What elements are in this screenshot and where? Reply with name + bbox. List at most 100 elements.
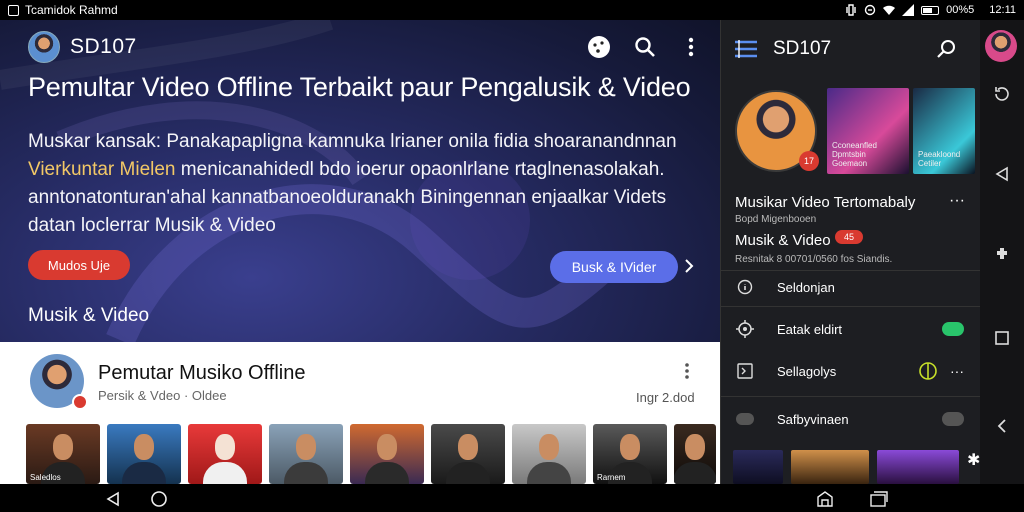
hero-title: Pemultar Video Offline Terbaikt paur Pen… — [28, 72, 691, 102]
thumbnail-label: Rarnem — [597, 473, 626, 482]
chevron-left-icon[interactable] — [992, 416, 1012, 436]
vibrate-icon — [846, 4, 856, 16]
video-thumbnail[interactable]: Saledlos — [26, 424, 100, 484]
drawer-subtitle-badge: 45 — [835, 230, 863, 244]
indicator-icon: ··· — [918, 361, 964, 381]
target-icon — [735, 319, 755, 339]
drawer-header: SD107 — [733, 34, 970, 64]
rail-avatar[interactable] — [985, 30, 1017, 62]
drawer-search-icon[interactable] — [936, 38, 958, 60]
hero-desc-line-1: Muskar kansak: Panakapapligna kamnuka lr… — [28, 131, 677, 152]
thumbnail-label: Saledlos — [30, 473, 61, 482]
video-thumbnail[interactable] — [512, 424, 586, 484]
toggle-switch-off[interactable] — [942, 412, 964, 426]
chevron-right-icon[interactable] — [684, 258, 694, 274]
channel-avatar[interactable] — [28, 31, 60, 63]
back-icon[interactable] — [104, 490, 122, 508]
drawer-channel-name: SD107 — [773, 38, 832, 59]
primary-blue-button[interactable]: Busk & IVider — [550, 251, 678, 283]
navigation-bar — [0, 484, 1024, 512]
video-thumbnail[interactable] — [269, 424, 343, 484]
drawer-subtitle-2: Musik & Video — [735, 232, 831, 249]
drawer-subtitle-3: Resnitak 8 00701/0560 fos Siandis. — [735, 254, 893, 265]
card-more-vert-icon[interactable] — [684, 362, 690, 380]
media-icon — [735, 361, 755, 381]
signal-icon — [902, 4, 915, 16]
hero-banner: SD107 Pemultar Video Offline Terbaikt pa… — [0, 20, 720, 342]
drawer-thumbnail[interactable]: Paeakloond Cetiler — [913, 88, 975, 174]
menu-icon[interactable] — [733, 38, 759, 60]
home-icon[interactable] — [150, 490, 168, 508]
channel-card[interactable]: Pemutar Musiko Offline Persik & Vdeo · O… — [0, 342, 720, 484]
notification-app-icon — [8, 4, 19, 16]
channel-name: SD107 — [70, 35, 137, 58]
square-recents-icon[interactable] — [992, 328, 1012, 348]
drawer-row-label: Eatak eldirt — [777, 321, 843, 337]
drawer-bottom-thumbnail[interactable] — [791, 450, 869, 484]
drawer-subtitle-1: Bopd Migenbooen — [735, 214, 817, 225]
rotate-icon[interactable] — [992, 84, 1012, 104]
hero-desc-highlight: Vierkuntar Mielen — [28, 159, 176, 180]
status-left: Tcamidok Rahmd — [8, 3, 118, 17]
video-thumbnail[interactable]: Rarnem — [593, 424, 667, 484]
status-bar: Tcamidok Rahmd 00%5 12:11 — [0, 0, 1024, 20]
home-building-icon[interactable] — [816, 490, 834, 508]
hero-description: Muskar kansak: Panakapapligna kamnuka lr… — [28, 128, 708, 240]
card-title: Pemutar Musiko Offline — [98, 362, 306, 384]
wifi-icon — [883, 5, 896, 15]
side-drawer: SD107 17 Cconeanfled Dpmtsbin Goemaon Pa… — [720, 20, 980, 484]
video-thumbnail[interactable] — [107, 424, 181, 484]
hero-footer-label: Musik & Video — [28, 305, 150, 326]
drawer-row-label: Seldonjan — [777, 279, 835, 295]
hero-header: SD107 — [28, 31, 704, 63]
battery-text: 00%5 — [946, 4, 975, 16]
main-panel: SD107 Pemultar Video Offline Terbaikt pa… — [0, 20, 720, 484]
info-icon — [735, 277, 755, 297]
status-right: 00%5 12:11 — [845, 4, 1016, 16]
drawer-row-label: Sellagolys — [777, 363, 837, 379]
card-date: Ingr 2.dod — [636, 390, 695, 405]
extension-icon[interactable] — [992, 244, 1012, 264]
drawer-row-target[interactable]: Eatak eldirt — [735, 312, 964, 346]
card-avatar-badge — [72, 394, 88, 410]
recents-icon[interactable] — [870, 490, 888, 508]
hero-desc-line-2-rest: menicanahidedl bdo ioerur opaonlrlane rt… — [175, 159, 665, 180]
video-thumbnail[interactable] — [431, 424, 505, 484]
drawer-bottom-thumbnail[interactable] — [877, 450, 959, 484]
clock: 12:11 — [989, 4, 1016, 16]
drawer-thumbnail[interactable]: Cconeanfled Dpmtsbin Goemaon — [827, 88, 909, 174]
drawer-row-label: Safbyvinaen — [777, 411, 849, 427]
data-saver-icon — [864, 4, 876, 16]
drawer-divider — [721, 306, 980, 307]
drawer-row-info[interactable]: Seldonjan — [735, 270, 964, 304]
system-side-rail — [980, 20, 1024, 484]
drawer-row-toggle[interactable]: Safbyvinaen — [735, 402, 964, 436]
video-thumbnail[interactable] — [674, 424, 716, 484]
row-more-icon[interactable]: ··· — [950, 363, 964, 379]
triangle-back-icon[interactable] — [992, 164, 1012, 184]
video-thumbnail[interactable] — [188, 424, 262, 484]
card-subtitle: Persik & Vdeo · Oldee — [98, 388, 227, 403]
search-icon[interactable] — [632, 34, 658, 60]
hero-desc-line-4: datan loclerrar Musik & Video — [28, 215, 276, 236]
drawer-divider — [721, 396, 980, 397]
battery-icon — [921, 5, 940, 15]
hero-desc-line-3: anntonatonturan'ahal kannatbanoeoldurana… — [28, 187, 667, 208]
hero-desc-line-2: Vierkuntar Mielen menicanahidedl bdo ioe… — [28, 156, 708, 184]
toggle-switch-on[interactable] — [942, 322, 964, 336]
video-thumbnail[interactable] — [350, 424, 424, 484]
status-app-name: Tcamidok Rahmd — [25, 3, 118, 17]
drawer-bottom-thumbnail[interactable] — [733, 450, 783, 484]
drawer-thumbnail-label: Cconeanfled Dpmtsbin Goemaon — [832, 141, 877, 168]
hero-actions — [586, 34, 704, 60]
thumbnail-strip: Saledlos Rarnem — [26, 424, 716, 484]
drawer-thumbnail-label: Paeakloond Cetiler — [918, 150, 961, 168]
profile-badge: 17 — [799, 151, 819, 171]
drawer-title: Musikar Video Tertomabaly — [735, 194, 916, 211]
drawer-bottom-thumbnails: ✱ — [733, 450, 983, 484]
more-vert-icon[interactable] — [678, 34, 704, 60]
drawer-row-media[interactable]: Sellagolys ··· — [735, 354, 964, 388]
primary-red-button[interactable]: Mudos Uje — [28, 250, 130, 280]
drawer-more-icon[interactable]: ··· — [949, 192, 965, 210]
emoji-icon[interactable] — [586, 34, 612, 60]
